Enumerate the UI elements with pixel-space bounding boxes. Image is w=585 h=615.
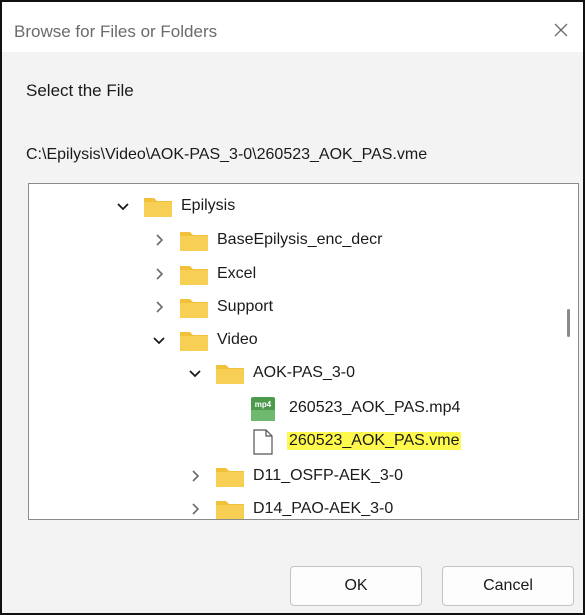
folder-icon [180, 299, 208, 318]
tree-item-label: Video [217, 331, 258, 348]
chevron-down-icon[interactable] [115, 198, 131, 214]
tree-item-video[interactable]: Video [29, 324, 558, 356]
title-bar: Browse for Files or Folders [2, 2, 583, 52]
browse-dialog: Browse for Files or Folders Select the F… [0, 0, 585, 615]
tree-item-label: BaseEpilysis_enc_decr [217, 231, 383, 248]
tree-item-d11[interactable]: D11_OSFP-AEK_3-0 [29, 460, 558, 492]
folder-icon [180, 266, 208, 285]
tree-item-label: D14_PAO-AEK_3-0 [253, 500, 394, 517]
chevron-down-icon[interactable] [151, 332, 167, 348]
chevron-right-icon[interactable] [151, 232, 167, 248]
tree-item-aok-pas[interactable]: AOK-PAS_3-0 [29, 357, 558, 389]
tree-item-d14[interactable]: D14_PAO-AEK_3-0 [29, 493, 558, 519]
folder-icon [144, 198, 172, 217]
folder-icon [216, 501, 244, 519]
tree-item-support[interactable]: Support [29, 291, 558, 323]
mp4-icon-text: mp4 [255, 400, 272, 409]
folder-icon [180, 232, 208, 251]
tree-item-label: Excel [217, 265, 257, 282]
tree-item-excel[interactable]: Excel [29, 258, 558, 290]
folder-icon [216, 468, 244, 487]
scrollbar-thumb[interactable] [567, 309, 570, 337]
tree-item-label: Epilysis [181, 197, 236, 214]
chevron-right-icon[interactable] [151, 266, 167, 282]
tree-item-label: AOK-PAS_3-0 [253, 364, 355, 381]
chevron-right-icon[interactable] [187, 501, 203, 517]
prompt-text: Select the File [26, 81, 134, 100]
selected-path: C:\Epilysis\Video\AOK-PAS_3-0\260523_AOK… [26, 146, 428, 163]
tree-item-mp4-file[interactable]: mp4 260523_AOK_PAS.mp4 [29, 392, 558, 424]
folder-icon [180, 332, 208, 351]
chevron-down-icon[interactable] [187, 365, 203, 381]
tree-item-label-selected: 260523_AOK_PAS.vme [287, 432, 462, 450]
tree-item-label: 260523_AOK_PAS.mp4 [289, 399, 461, 416]
mp4-file-icon: mp4 [251, 397, 275, 421]
scrollbar[interactable] [558, 184, 578, 519]
chevron-right-icon[interactable] [187, 468, 203, 484]
close-button[interactable] [541, 12, 581, 48]
ok-button[interactable]: OK [290, 566, 422, 606]
file-icon [253, 429, 273, 455]
cancel-button[interactable]: Cancel [442, 566, 574, 606]
tree-item-baseepilysis[interactable]: BaseEpilysis_enc_decr [29, 224, 558, 256]
tree-item-vme-file[interactable]: 260523_AOK_PAS.vme [29, 425, 558, 457]
dialog-title: Browse for Files or Folders [14, 22, 218, 41]
folder-icon [216, 365, 244, 384]
tree-item-epilysis[interactable]: Epilysis [29, 190, 558, 222]
folder-tree[interactable]: Epilysis BaseEpilysis_enc_decr Excel Sup… [28, 183, 579, 520]
tree-item-label: D11_OSFP-AEK_3-0 [253, 467, 403, 484]
chevron-right-icon[interactable] [151, 299, 167, 315]
close-icon [554, 23, 568, 37]
tree-item-label: Support [217, 298, 274, 315]
